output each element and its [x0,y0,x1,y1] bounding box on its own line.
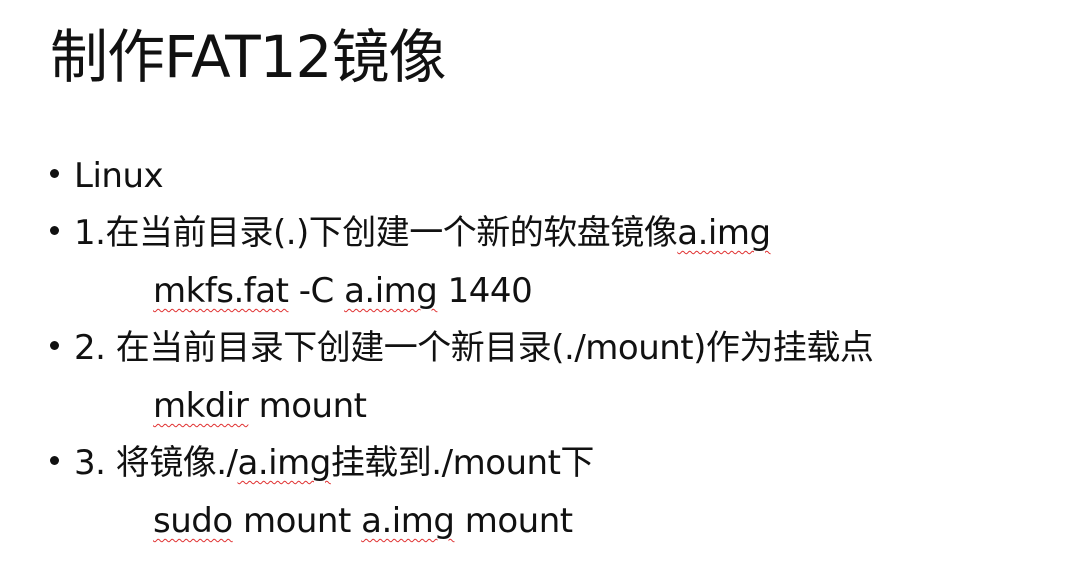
bullet-dot-icon [50,226,59,235]
bullet-dot-icon [50,169,59,178]
bullet-step-1: 1.在当前目录(.)下创建一个新的软盘镜像a.img [50,212,771,254]
bullet-text: 2. 在当前目录下创建一个新目录(./mount)作为挂载点 [74,328,874,368]
slide-title: 制作FAT12镜像 [50,23,446,91]
misspelled-word: sudo [153,501,233,541]
bullet-step-2: 2. 在当前目录下创建一个新目录(./mount)作为挂载点 [50,327,874,369]
bullet-dot-icon [50,341,59,350]
bullet-text: 1.在当前目录(.)下创建一个新的软盘镜像 [74,213,678,253]
bullet-linux: Linux [50,155,164,197]
bullet-text: Linux [74,156,164,196]
misspelled-word: mkdir [153,386,249,426]
misspelled-word: a.img [237,443,332,483]
command-text: mount [454,501,573,541]
misspelled-word: mkfs.fat [153,271,289,311]
misspelled-word: a.img [361,501,455,541]
command-text: mount [248,386,367,426]
bullet-step-3: 3. 将镜像./a.img挂载到./mount下 [50,442,594,484]
command-text: -C [288,271,345,311]
command-mount: sudo mount a.img mount [153,500,573,542]
command-text: mount [232,501,362,541]
command-mkfs: mkfs.fat -C a.img 1440 [153,270,533,312]
command-mkdir: mkdir mount [153,385,367,427]
command-text: 1440 [437,271,533,311]
misspelled-word: a.img [344,271,438,311]
bullet-text: 挂载到./mount下 [330,443,595,483]
bullet-text: 3. 将镜像./ [74,443,238,483]
bullet-dot-icon [50,456,59,465]
misspelled-word: a.img [677,213,771,253]
